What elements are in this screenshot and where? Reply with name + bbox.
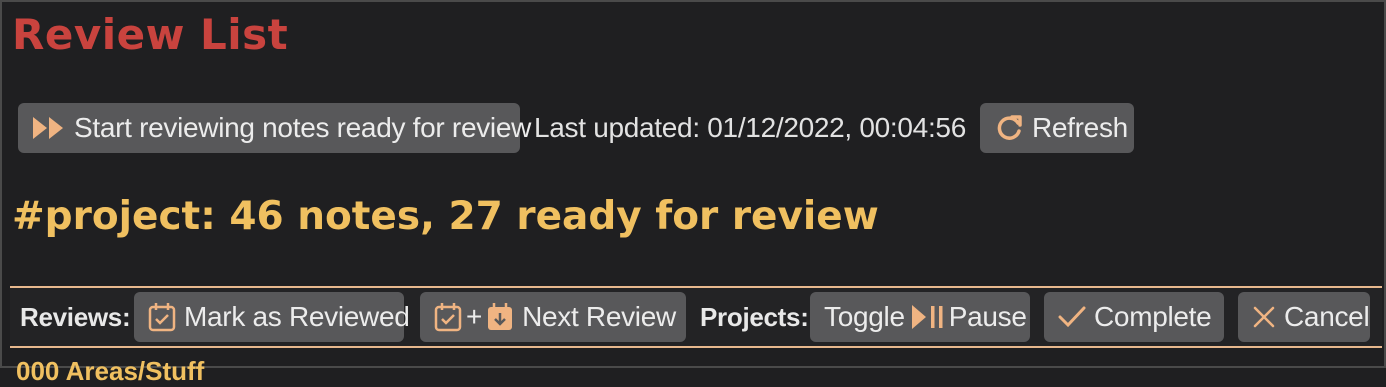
- last-updated-text: Last updated: 01/12/2022, 00:04:56: [534, 112, 966, 143]
- refresh-label: Refresh: [1031, 112, 1128, 143]
- page-title: Review List: [12, 10, 289, 59]
- fast-forward-icon: [32, 115, 66, 141]
- folder-heading: 000 Areas/Stuff: [16, 356, 205, 386]
- mark-reviewed-button[interactable]: Mark as Reviewed: [134, 292, 410, 342]
- toggle-label: Toggle: [824, 301, 905, 332]
- pause-label: Pause: [948, 301, 1027, 332]
- start-reviewing-label: Start reviewing notes ready for review: [74, 112, 532, 143]
- calendar-check-icon: [434, 302, 462, 332]
- section-heading: #project: 46 notes, 27 ready for review: [12, 194, 879, 239]
- start-reviewing-button[interactable]: Start reviewing notes ready for review: [18, 103, 531, 153]
- reviews-label: Reviews:: [20, 302, 131, 332]
- cancel-button[interactable]: Cancel: [1238, 292, 1370, 342]
- cancel-label: Cancel: [1284, 301, 1370, 332]
- close-icon: [1252, 305, 1276, 329]
- projects-label: Projects:: [700, 302, 809, 332]
- refresh-icon: [994, 113, 1024, 143]
- complete-label: Complete: [1094, 301, 1212, 332]
- mark-reviewed-label: Mark as Reviewed: [184, 301, 410, 332]
- next-review-button[interactable]: + Next Review: [420, 292, 686, 342]
- calendar-check-icon: [148, 302, 176, 332]
- plus-sign: +: [466, 301, 483, 332]
- calendar-download-icon: [486, 302, 514, 332]
- next-review-label: Next Review: [522, 301, 676, 332]
- complete-button[interactable]: Complete: [1044, 292, 1224, 342]
- play-pause-icon: [911, 304, 945, 330]
- check-icon: [1058, 305, 1086, 329]
- header-actions: Start reviewing notes ready for review L…: [18, 102, 1134, 154]
- action-toolbar: Reviews: Mark as Reviewed + Next Review …: [10, 286, 1382, 348]
- refresh-button[interactable]: Refresh: [979, 103, 1134, 153]
- toggle-pause-button[interactable]: Toggle Pause: [810, 292, 1030, 342]
